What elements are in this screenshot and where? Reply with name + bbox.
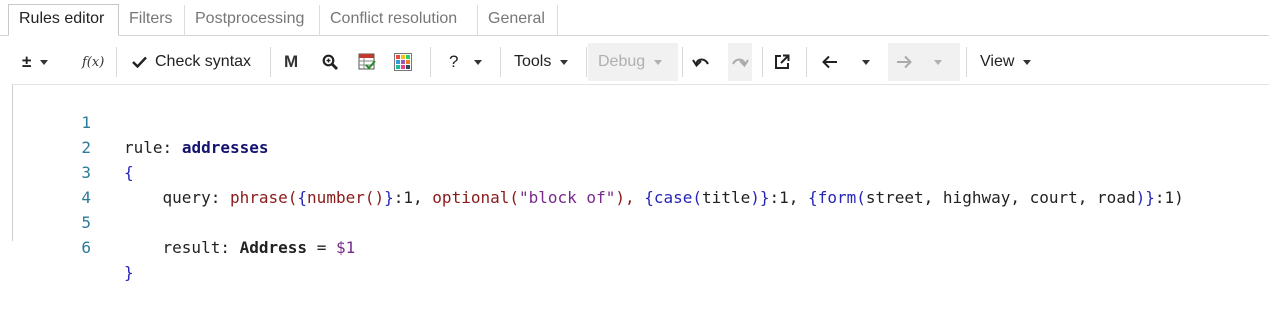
- function-button[interactable]: f(x): [82, 43, 106, 81]
- function-icon: f(x): [82, 54, 105, 70]
- redo-button[interactable]: [728, 43, 752, 81]
- help-icon: ?: [449, 52, 459, 71]
- separator: [116, 47, 117, 77]
- chevron-down-icon: [474, 59, 483, 65]
- separator: [586, 47, 587, 77]
- debug-label: Debug: [598, 53, 646, 70]
- chevron-down-icon: [934, 59, 942, 65]
- debug-menu-button[interactable]: Debug: [588, 43, 678, 81]
- code-line: 6 }: [13, 210, 1269, 282]
- code-line: 2 {: [13, 110, 1269, 182]
- close-brace: }: [124, 263, 134, 282]
- tab-postprocessing[interactable]: Postprocessing: [185, 5, 320, 36]
- chevron-down-icon: [1023, 59, 1032, 65]
- code-editor[interactable]: 1 rule: addresses 2 { 3 query: phrase({n…: [12, 84, 1269, 282]
- chevron-down-icon: [560, 59, 569, 65]
- m-button[interactable]: M: [284, 43, 304, 81]
- chevron-down-icon: [862, 59, 870, 65]
- code-line: 4: [13, 160, 1269, 207]
- navigate-forward-button[interactable]: [888, 43, 960, 81]
- navigate-back-button[interactable]: [822, 43, 888, 81]
- plus-minus-icon: ±: [22, 52, 32, 71]
- separator: [500, 47, 501, 77]
- color-grid-button[interactable]: [394, 43, 414, 81]
- open-external-button[interactable]: [774, 43, 794, 81]
- code-line: 5 result: Address = $1: [13, 185, 1269, 257]
- external-link-icon: [775, 54, 790, 69]
- insert-menu-button[interactable]: ±: [22, 43, 66, 81]
- arrow-left-icon: [822, 55, 837, 69]
- redo-icon: [732, 58, 749, 68]
- separator: [682, 47, 683, 77]
- color-grid-icon: [394, 53, 412, 71]
- separator: [966, 47, 967, 77]
- chevron-down-icon: [40, 59, 49, 65]
- check-syntax-label: Check syntax: [155, 53, 252, 70]
- tools-menu-button[interactable]: Tools: [514, 43, 576, 81]
- table-check-icon: [358, 53, 376, 70]
- search-button[interactable]: [322, 43, 340, 81]
- tab-filters[interactable]: Filters: [119, 5, 185, 36]
- table-check-button[interactable]: [358, 43, 378, 81]
- separator: [430, 47, 431, 77]
- separator: [762, 47, 763, 77]
- separator: [270, 47, 271, 77]
- code-line: 1 rule: addresses: [13, 85, 1269, 157]
- toolbar: ± f(x) Check syntax M ? Tools Debug View: [12, 43, 1269, 81]
- undo-icon: [692, 58, 709, 68]
- arrow-right-icon: [897, 55, 912, 69]
- m-icon: M: [284, 52, 299, 71]
- tools-label: Tools: [514, 53, 552, 70]
- tab-bar: Rules editor Filters Postprocessing Conf…: [0, 0, 1269, 36]
- tab-general[interactable]: General: [478, 5, 558, 36]
- chevron-down-icon: [654, 59, 663, 65]
- help-menu-button[interactable]: ?: [446, 43, 486, 81]
- separator: [806, 47, 807, 77]
- line-number: 6: [81, 238, 91, 257]
- view-menu-button[interactable]: View: [980, 43, 1042, 81]
- code-line: 3 query: phrase({number()}:1, optional("…: [13, 135, 1269, 207]
- search-zoom-icon: [322, 54, 338, 70]
- undo-button[interactable]: [692, 43, 714, 81]
- tab-conflict-resolution[interactable]: Conflict resolution: [320, 5, 478, 36]
- checkmark-icon: [132, 56, 147, 68]
- check-syntax-button[interactable]: Check syntax: [132, 43, 258, 81]
- tab-rules-editor[interactable]: Rules editor: [8, 4, 119, 36]
- view-label: View: [980, 53, 1015, 70]
